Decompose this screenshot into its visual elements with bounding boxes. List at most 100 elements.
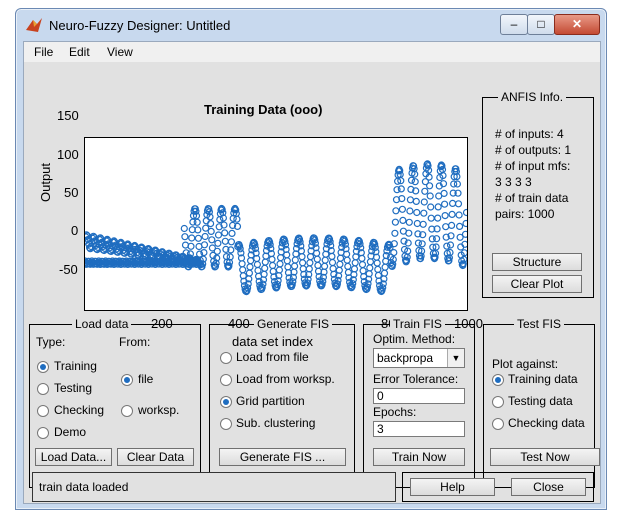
gen-sub-clustering-label[interactable]: Sub. clustering bbox=[236, 416, 315, 430]
maximize-button[interactable]: □ bbox=[527, 14, 555, 35]
y-tick-label: 100 bbox=[57, 147, 79, 162]
type-testing-label[interactable]: Testing bbox=[54, 381, 92, 395]
radio-training-data[interactable] bbox=[492, 374, 504, 386]
figure-area: Training Data (ooo) Output data set inde… bbox=[24, 62, 600, 503]
close-window-button[interactable]: ✕ bbox=[554, 14, 600, 35]
menu-view[interactable]: View bbox=[107, 45, 133, 59]
test-fis-title: Test FIS bbox=[514, 317, 565, 331]
test-testing-data-label[interactable]: Testing data bbox=[508, 394, 573, 408]
data-point bbox=[449, 199, 457, 208]
type-training-label[interactable]: Training bbox=[54, 359, 97, 373]
data-point bbox=[405, 229, 413, 237]
info-input-mfs: # of input mfs: bbox=[495, 159, 571, 173]
data-point bbox=[214, 231, 223, 239]
data-point bbox=[397, 185, 405, 193]
data-point bbox=[420, 198, 428, 206]
data-point bbox=[407, 176, 416, 184]
data-point bbox=[194, 234, 203, 242]
data-point bbox=[269, 261, 277, 270]
info-mfs-values: 3 3 3 3 bbox=[495, 175, 532, 189]
data-point bbox=[239, 266, 247, 274]
data-point bbox=[350, 265, 359, 273]
radio-load-from-workspace[interactable] bbox=[220, 374, 232, 386]
gen-load-workspace-label[interactable]: Load from worksp. bbox=[236, 372, 335, 386]
data-point bbox=[358, 254, 366, 263]
radio-load-from-file[interactable] bbox=[220, 352, 232, 364]
y-tick-label: -50 bbox=[59, 262, 78, 277]
help-button[interactable]: Help bbox=[410, 478, 495, 496]
menu-edit[interactable]: Edit bbox=[69, 45, 90, 59]
data-point bbox=[441, 200, 449, 208]
type-checking-label[interactable]: Checking bbox=[54, 403, 104, 417]
data-point bbox=[313, 255, 321, 263]
minimize-button[interactable]: – bbox=[500, 14, 528, 35]
data-point bbox=[390, 248, 398, 257]
data-point bbox=[276, 260, 284, 268]
generate-fis-button[interactable]: Generate FIS ... bbox=[219, 448, 346, 466]
train-now-button[interactable]: Train Now bbox=[373, 448, 465, 466]
menu-file[interactable]: File bbox=[34, 45, 53, 59]
data-point bbox=[336, 260, 344, 268]
test-training-data-label[interactable]: Training data bbox=[508, 372, 578, 386]
load-data-title: Load data bbox=[72, 317, 132, 331]
data-point bbox=[254, 266, 262, 275]
data-point bbox=[213, 247, 221, 255]
data-point bbox=[358, 260, 367, 269]
clear-plot-button[interactable]: Clear Plot bbox=[492, 275, 582, 293]
radio-workspace[interactable] bbox=[121, 405, 133, 417]
radio-sub-clustering[interactable] bbox=[220, 418, 232, 430]
data-point bbox=[245, 269, 253, 277]
data-point bbox=[366, 258, 374, 266]
test-now-button[interactable]: Test Now bbox=[490, 448, 600, 466]
data-point bbox=[328, 258, 337, 267]
radio-grid-partition[interactable] bbox=[220, 396, 232, 408]
data-point bbox=[461, 230, 470, 238]
data-point bbox=[426, 182, 434, 190]
data-point bbox=[440, 189, 448, 198]
data-point bbox=[412, 197, 420, 206]
radio-demo[interactable] bbox=[37, 427, 49, 439]
data-point bbox=[299, 259, 307, 267]
data-point bbox=[421, 187, 429, 195]
title-bar[interactable]: Neuro-Fuzzy Designer: Untitled – □ ✕ bbox=[16, 9, 606, 41]
structure-button[interactable]: Structure bbox=[492, 253, 582, 271]
data-point bbox=[277, 254, 285, 262]
data-point bbox=[427, 203, 435, 211]
data-point bbox=[321, 262, 329, 270]
optim-method-select[interactable]: backpropa ▼ bbox=[373, 348, 465, 368]
gen-load-file-label[interactable]: Load from file bbox=[236, 350, 309, 364]
load-data-button[interactable]: Load Data... bbox=[35, 448, 112, 466]
data-point bbox=[233, 215, 241, 223]
radio-testing[interactable] bbox=[37, 383, 49, 395]
epochs-input[interactable]: 3 bbox=[373, 421, 465, 437]
data-point bbox=[391, 229, 399, 237]
clear-data-button[interactable]: Clear Data bbox=[117, 448, 194, 466]
source-file-label[interactable]: file bbox=[138, 372, 153, 386]
close-button[interactable]: Close bbox=[511, 478, 586, 496]
radio-testing-data[interactable] bbox=[492, 396, 504, 408]
radio-file[interactable] bbox=[121, 374, 133, 386]
data-point bbox=[328, 252, 336, 261]
data-point bbox=[374, 265, 382, 273]
y-tick-label: 50 bbox=[64, 185, 79, 200]
type-demo-label[interactable]: Demo bbox=[54, 425, 86, 439]
source-workspace-label[interactable]: worksp. bbox=[138, 403, 179, 417]
test-checking-data-label[interactable]: Checking data bbox=[508, 416, 585, 430]
data-point bbox=[268, 255, 276, 264]
data-point bbox=[291, 262, 299, 270]
radio-training[interactable] bbox=[37, 361, 49, 373]
scatter-plot bbox=[81, 160, 471, 296]
data-point bbox=[420, 209, 428, 217]
data-point bbox=[443, 242, 451, 250]
data-point bbox=[221, 237, 229, 245]
data-point bbox=[306, 259, 314, 267]
radio-checking[interactable] bbox=[37, 405, 49, 417]
data-point bbox=[201, 232, 209, 241]
data-point bbox=[441, 211, 449, 220]
gen-grid-partition-label[interactable]: Grid partition bbox=[236, 394, 305, 408]
radio-checking-data[interactable] bbox=[492, 418, 504, 430]
data-point bbox=[284, 263, 292, 271]
error-tolerance-input[interactable]: 0 bbox=[373, 388, 465, 404]
data-point bbox=[238, 260, 246, 268]
menu-bar: File Edit View bbox=[24, 42, 600, 62]
